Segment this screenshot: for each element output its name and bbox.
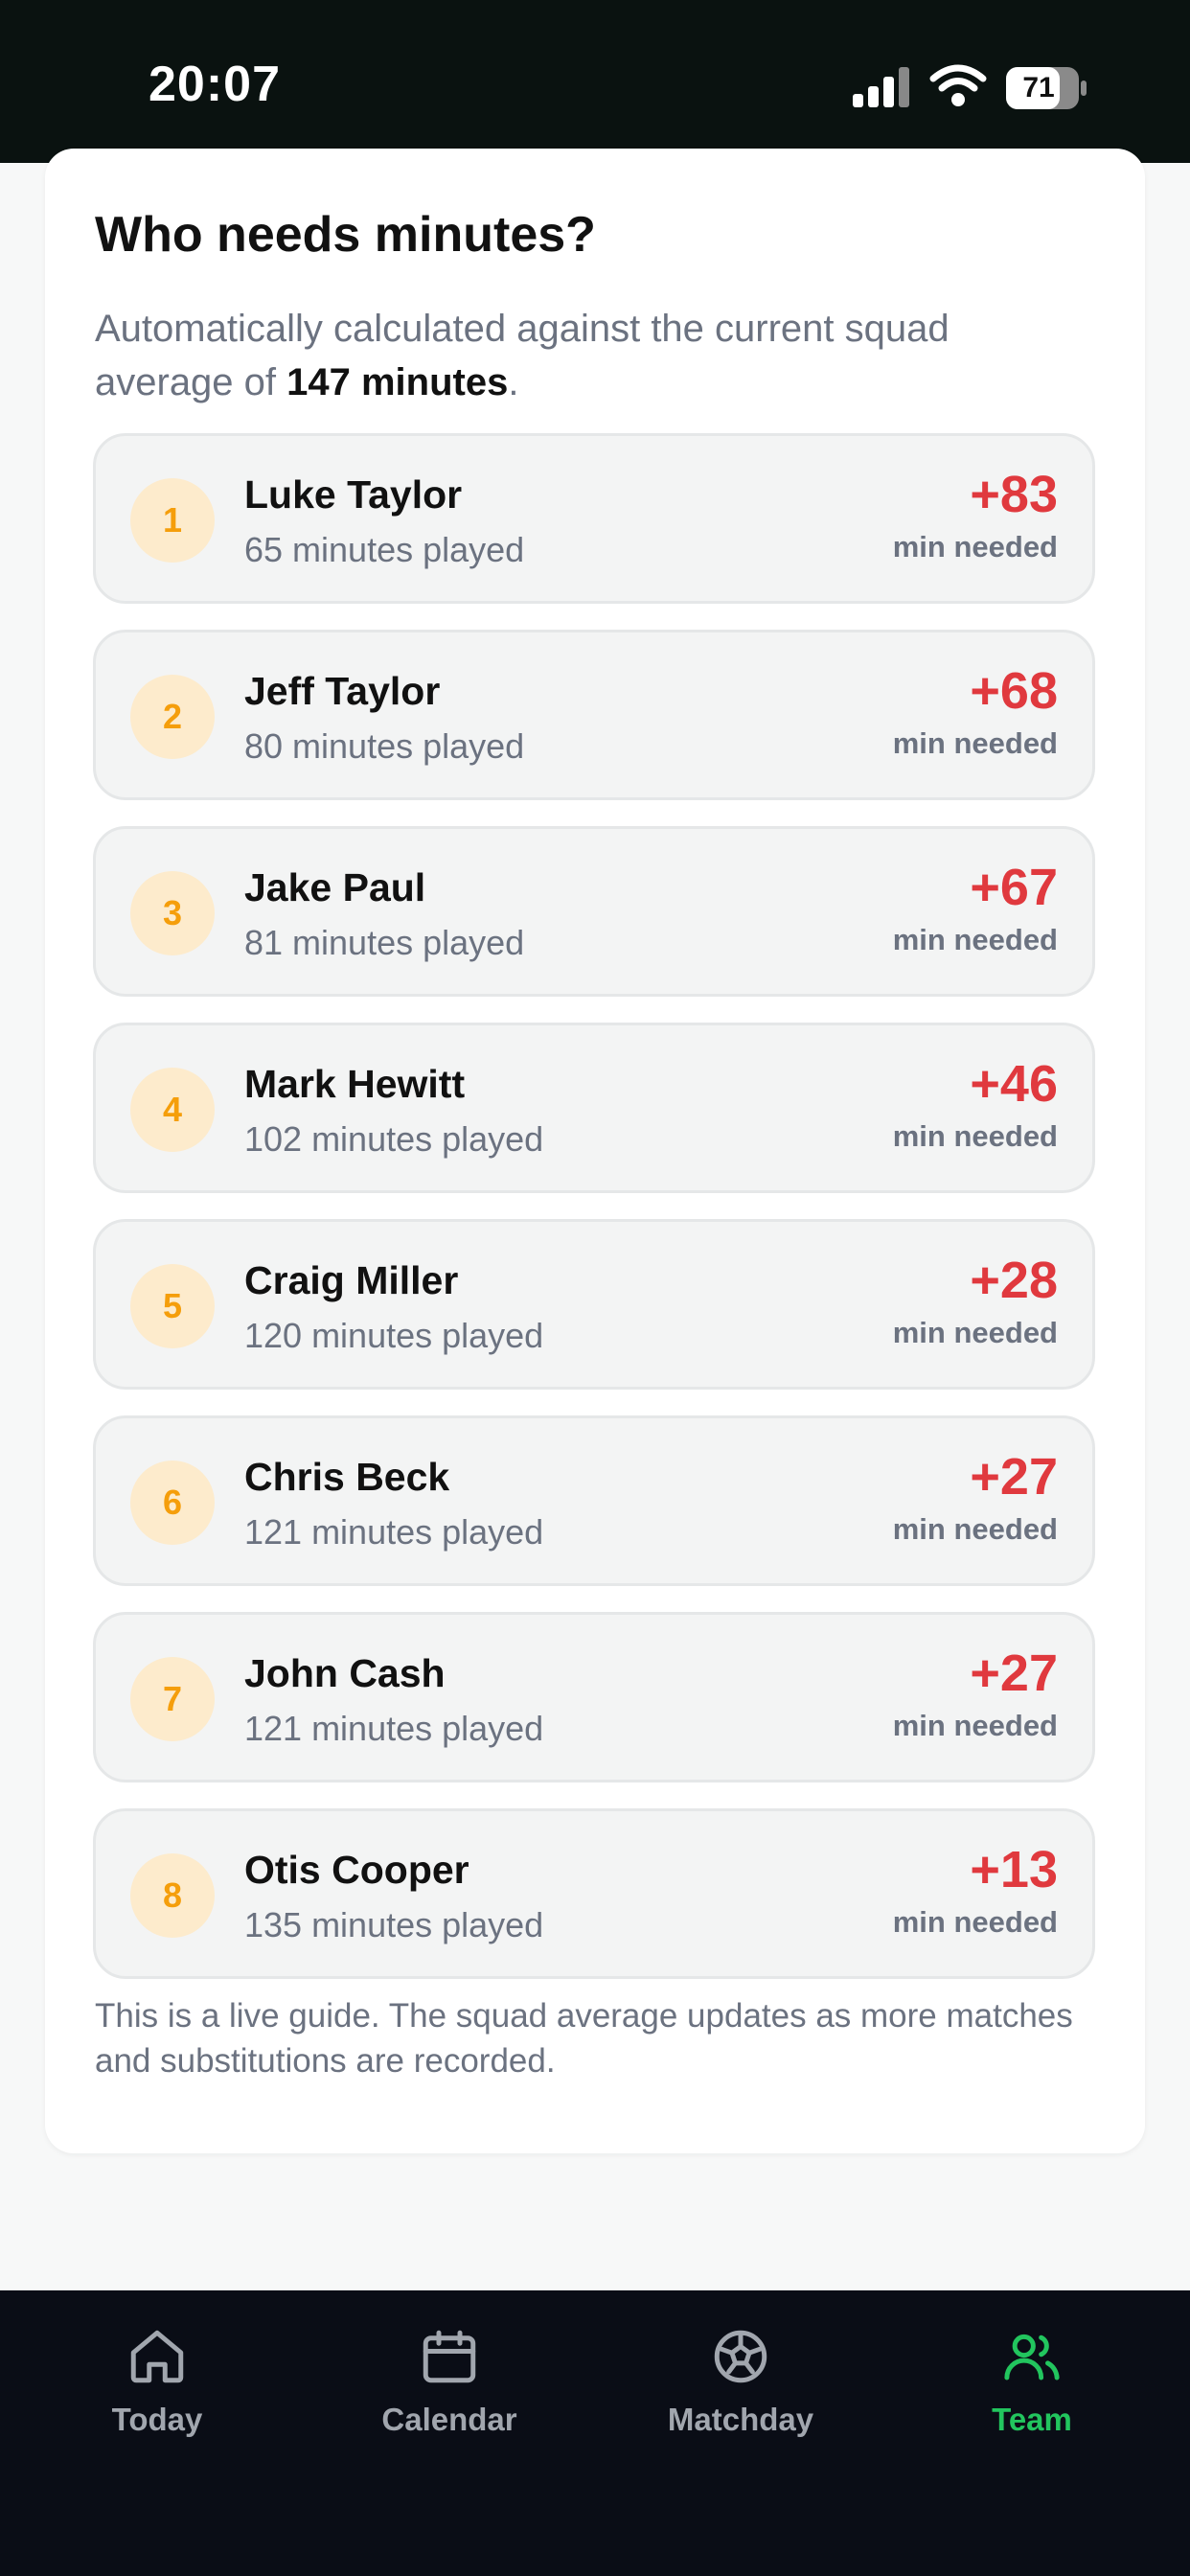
- tab-matchday[interactable]: Matchday: [626, 2325, 856, 2438]
- tab-label: Today: [111, 2402, 203, 2437]
- player-name: Jake Paul: [244, 865, 426, 909]
- status-time: 20:07: [149, 57, 281, 112]
- team-icon: [1004, 2334, 1060, 2380]
- minutes-needed-label: min needed: [892, 530, 1058, 564]
- rank-badge: 8: [130, 1853, 215, 1938]
- player-list: 1 Luke Taylor 65 minutes played +83 min …: [93, 433, 1095, 2005]
- card-description: Automatically calculated against the cur…: [95, 302, 1091, 409]
- minutes-needed: +27: [970, 1448, 1058, 1506]
- player-row[interactable]: 8 Otis Cooper 135 minutes played +13 min…: [93, 1808, 1095, 1979]
- tab-label: Team: [992, 2402, 1072, 2437]
- description-period: .: [508, 361, 519, 403]
- player-row[interactable]: 3 Jake Paul 81 minutes played +67 min ne…: [93, 826, 1095, 997]
- description-text: Automatically calculated against the cur…: [95, 308, 950, 403]
- minutes-needed-label: min needed: [892, 923, 1058, 956]
- tab-label: Calendar: [381, 2402, 517, 2437]
- player-name: Chris Beck: [244, 1455, 450, 1499]
- rank-badge: 3: [130, 871, 215, 955]
- player-name: John Cash: [244, 1651, 446, 1695]
- player-row[interactable]: 7 John Cash 121 minutes played +27 min n…: [93, 1612, 1095, 1782]
- wifi-icon: [929, 64, 987, 106]
- player-name: Luke Taylor: [244, 472, 463, 517]
- player-name: Jeff Taylor: [244, 669, 441, 713]
- home-icon: [130, 2330, 184, 2383]
- tab-bar: Today Calendar Matchday Team: [0, 2290, 1190, 2576]
- tab-today[interactable]: Today: [42, 2325, 272, 2438]
- minutes-needed: +68: [970, 662, 1058, 720]
- minutes-needed-label: min needed: [892, 1709, 1058, 1742]
- tab-calendar[interactable]: Calendar: [334, 2325, 564, 2438]
- rank-badge: 1: [130, 478, 215, 563]
- status-bar: 20:07 71: [0, 0, 1190, 163]
- minutes-played: 121 minutes played: [244, 1512, 544, 1552]
- player-row[interactable]: 2 Jeff Taylor 80 minutes played +68 min …: [93, 630, 1095, 800]
- minutes-needed-label: min needed: [892, 1512, 1058, 1546]
- tab-label: Matchday: [667, 2402, 814, 2437]
- minutes-needed-label: min needed: [892, 726, 1058, 760]
- rank-badge: 7: [130, 1657, 215, 1741]
- minutes-played: 135 minutes played: [244, 1905, 544, 1944]
- battery-icon: 71: [1006, 67, 1087, 114]
- minutes-played: 81 minutes played: [244, 923, 525, 962]
- minutes-played: 120 minutes played: [244, 1316, 544, 1355]
- minutes-needed-label: min needed: [892, 1905, 1058, 1939]
- minutes-card: Who needs minutes? Automatically calcula…: [45, 149, 1145, 2153]
- minutes-needed-label: min needed: [892, 1316, 1058, 1349]
- rank-badge: 6: [130, 1460, 215, 1545]
- live-guide-note: This is a live guide. The squad average …: [95, 1997, 1073, 2080]
- minutes-needed: +28: [970, 1252, 1058, 1309]
- player-name: Craig Miller: [244, 1258, 459, 1302]
- minutes-needed-label: min needed: [892, 1119, 1058, 1153]
- minutes-played: 102 minutes played: [244, 1119, 544, 1159]
- minutes-needed: +83: [970, 466, 1058, 523]
- minutes-played: 80 minutes played: [244, 726, 525, 766]
- squad-average: 147 minutes: [286, 361, 509, 403]
- minutes-played: 121 minutes played: [244, 1709, 544, 1748]
- minutes-needed: +46: [970, 1055, 1058, 1113]
- tab-team[interactable]: Team: [917, 2325, 1147, 2438]
- minutes-needed: +27: [970, 1644, 1058, 1702]
- minutes-played: 65 minutes played: [244, 530, 525, 569]
- player-row[interactable]: 6 Chris Beck 121 minutes played +27 min …: [93, 1415, 1095, 1586]
- football-icon: [714, 2330, 767, 2383]
- player-name: Mark Hewitt: [244, 1062, 466, 1106]
- rank-badge: 4: [130, 1068, 215, 1152]
- card-title: Who needs minutes?: [95, 207, 596, 263]
- player-row[interactable]: 1 Luke Taylor 65 minutes played +83 min …: [93, 433, 1095, 604]
- player-row[interactable]: 4 Mark Hewitt 102 minutes played +46 min…: [93, 1023, 1095, 1193]
- player-name: Otis Cooper: [244, 1848, 469, 1892]
- minutes-needed: +13: [970, 1841, 1058, 1898]
- rank-badge: 5: [130, 1264, 215, 1348]
- minutes-needed: +67: [970, 859, 1058, 916]
- calendar-icon: [423, 2330, 476, 2383]
- player-row[interactable]: 5 Craig Miller 120 minutes played +28 mi…: [93, 1219, 1095, 1390]
- cellular-signal-icon: [853, 67, 909, 107]
- battery-level: 71: [1022, 72, 1055, 104]
- rank-badge: 2: [130, 675, 215, 759]
